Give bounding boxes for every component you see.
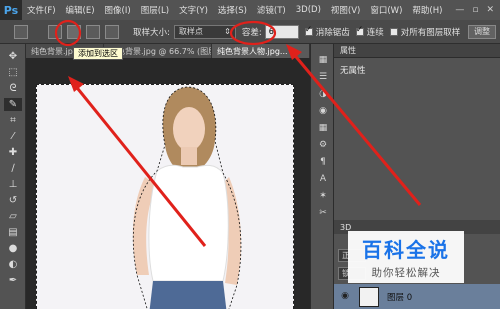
close-icon[interactable]: ✕ xyxy=(486,5,494,15)
menu-file[interactable]: 文件(F) xyxy=(22,4,61,16)
styles-icon[interactable]: ⚙ xyxy=(316,139,330,151)
model-photo xyxy=(132,86,242,309)
antialias-label: 消除锯齿 xyxy=(315,27,350,38)
swatches-icon[interactable]: ▦ xyxy=(316,122,330,134)
restore-icon[interactable]: ▫ xyxy=(472,5,478,15)
quick-select-icon[interactable]: ✎ xyxy=(4,98,22,111)
eye-icon[interactable]: ◉ xyxy=(339,291,351,303)
layer-thumbnail xyxy=(359,286,379,307)
paragraph-icon[interactable]: ¶ xyxy=(316,156,330,168)
tooltip: 添加到选区 xyxy=(73,47,123,60)
contiguous-checkbox[interactable] xyxy=(355,25,364,36)
character-icon[interactable]: A xyxy=(316,173,330,185)
menu-bar: Ps 文件(F) 编辑(E) 图像(I) 图层(L) 文字(Y) 选择(S) 滤… xyxy=(0,0,500,20)
watermark: 百科全说 助你轻松解决 xyxy=(348,231,464,283)
all-layers-checkbox[interactable] xyxy=(389,27,398,36)
tools-panel: ✥ ⬚ ᘓ ✎ ⌗ ⁄ ✚ ∕ ⊥ ↺ ▱ ▤ ● ◐ ✒ xyxy=(0,44,26,309)
tab-document-3[interactable]: 纯色背景人物.jpg... xyxy=(212,44,310,58)
photoshop-logo: Ps xyxy=(0,0,22,20)
watermark-title: 百科全说 xyxy=(362,238,450,262)
blur-icon[interactable]: ● xyxy=(4,242,22,255)
menu-select[interactable]: 选择(S) xyxy=(213,4,252,16)
watermark-subtitle: 助你轻松解决 xyxy=(371,267,441,279)
pen-icon[interactable]: ✒ xyxy=(4,274,22,287)
healing-icon[interactable]: ✚ xyxy=(4,146,22,159)
minimize-icon[interactable]: — xyxy=(455,5,464,15)
menu-view[interactable]: 视图(V) xyxy=(326,4,365,16)
document-workspace xyxy=(26,58,310,309)
chevron-down-icon: ⇕ xyxy=(224,27,231,36)
tolerance-input[interactable]: 6 xyxy=(264,24,299,39)
lasso-icon[interactable]: ᘓ xyxy=(4,82,22,95)
document-tab-bar: 纯色背景.jpg @ 66.7% (RGB/8#) * 纯色背景.jpg @ 6… xyxy=(26,44,310,58)
refine-edge-button[interactable]: 调整 xyxy=(468,24,496,39)
add-to-selection-icon[interactable] xyxy=(67,24,81,39)
move-icon[interactable]: ✥ xyxy=(4,50,22,63)
options-bar: 取样大小: 取样点 ⇕ 容差: 6 消除锯齿 连续 对所有图层取样 调整 xyxy=(0,20,500,44)
menu-type[interactable]: 文字(Y) xyxy=(174,4,213,16)
menu-layer[interactable]: 图层(L) xyxy=(136,4,174,16)
history-brush-icon[interactable]: ↺ xyxy=(4,194,22,207)
brush-icon[interactable]: ∕ xyxy=(4,162,22,175)
menu-3d[interactable]: 3D(D) xyxy=(291,5,326,15)
menu-filter[interactable]: 滤镜(T) xyxy=(252,4,291,16)
menu-help[interactable]: 帮助(H) xyxy=(407,4,447,16)
image-canvas[interactable] xyxy=(36,84,294,309)
subtract-selection-icon[interactable] xyxy=(86,24,100,39)
window-controls: — ▫ ✕ xyxy=(455,5,500,15)
tool-presets-icon[interactable]: ✂ xyxy=(316,207,330,219)
dodge-icon[interactable]: ◐ xyxy=(4,258,22,271)
intersect-selection-icon[interactable] xyxy=(105,24,119,39)
all-layers-label: 对所有图层取样 xyxy=(400,27,461,38)
gradient-icon[interactable]: ▤ xyxy=(4,226,22,239)
quick-select-tool-icon[interactable] xyxy=(14,24,28,39)
tolerance-label: 容差: xyxy=(241,27,262,38)
properties-panel-body: 无属性 xyxy=(340,66,366,76)
properties-panel-title: 属性 xyxy=(340,46,356,55)
stamp-icon[interactable]: ⊥ xyxy=(4,178,22,191)
properties-panel-header[interactable]: 属性 xyxy=(334,44,500,58)
eyedropper-icon[interactable]: ⁄ xyxy=(4,130,22,143)
eraser-icon[interactable]: ▱ xyxy=(4,210,22,223)
sample-size-select[interactable]: 取样点 ⇕ xyxy=(173,24,236,39)
color-icon[interactable]: ◉ xyxy=(316,105,330,117)
history-icon[interactable]: ▦ xyxy=(316,54,330,66)
adjustments-icon[interactable]: ◑ xyxy=(316,88,330,100)
properties-icon[interactable]: ☰ xyxy=(316,71,330,83)
marquee-icon[interactable]: ⬚ xyxy=(4,66,22,79)
layer-row[interactable]: ◉ 图层 0 xyxy=(334,284,500,309)
crop-icon[interactable]: ⌗ xyxy=(4,114,22,127)
sample-size-label: 取样大小: xyxy=(133,27,170,38)
contiguous-label: 连续 xyxy=(366,27,384,38)
menu-image[interactable]: 图像(I) xyxy=(100,4,136,16)
menu-edit[interactable]: 编辑(E) xyxy=(61,4,100,16)
new-selection-icon[interactable] xyxy=(48,24,62,39)
layer-name[interactable]: 图层 0 xyxy=(387,291,412,303)
panel-icon-strip: ▦ ☰ ◑ ◉ ▦ ⚙ ¶ A ✶ ✂ xyxy=(310,44,334,309)
antialias-checkbox[interactable] xyxy=(304,25,313,36)
menu-window[interactable]: 窗口(W) xyxy=(365,4,407,16)
brush-presets-icon[interactable]: ✶ xyxy=(316,190,330,202)
